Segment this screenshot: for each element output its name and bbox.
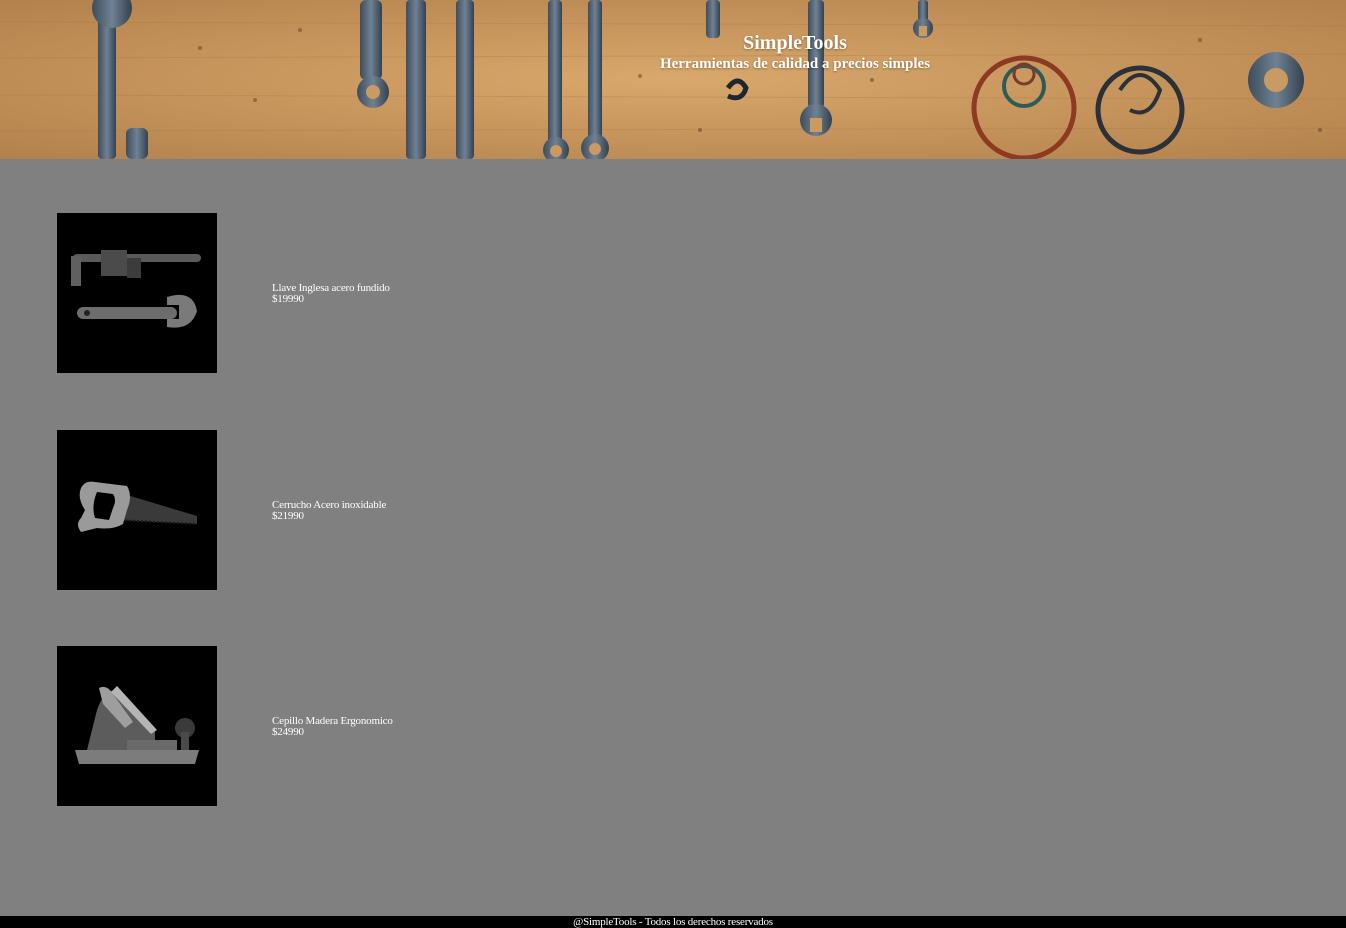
product-info: Cerrucho Acero inoxidable $21990 <box>272 500 386 522</box>
tools-wall-background-image <box>0 0 1346 159</box>
product-info: Llave Inglesa acero fundido $19990 <box>272 283 390 305</box>
brand-block: SimpleTools Herramientas de calidad a pr… <box>650 30 940 73</box>
header-banner: SimpleTools Herramientas de calidad a pr… <box>0 0 1346 159</box>
product-price: $21990 <box>272 510 304 522</box>
footer-copyright: @SimpleTools - Todos los derechos reserv… <box>573 916 773 928</box>
wood-plane-image <box>57 646 217 806</box>
product-price: $24990 <box>272 726 304 738</box>
site-title: SimpleTools <box>743 32 847 54</box>
product-info: Cepillo Madera Ergonomico $24990 <box>272 716 393 738</box>
footer: @SimpleTools - Todos los derechos reserv… <box>0 916 1346 928</box>
product-item: Llave Inglesa acero fundido $19990 <box>57 213 657 373</box>
hand-saw-image <box>57 430 217 590</box>
product-item: Cerrucho Acero inoxidable $21990 <box>57 430 657 590</box>
site-subtitle: Herramientas de calidad a precios simple… <box>659 56 931 72</box>
wrench-image <box>57 213 217 373</box>
product-item: Cepillo Madera Ergonomico $24990 <box>57 646 657 806</box>
product-price: $19990 <box>272 293 304 305</box>
